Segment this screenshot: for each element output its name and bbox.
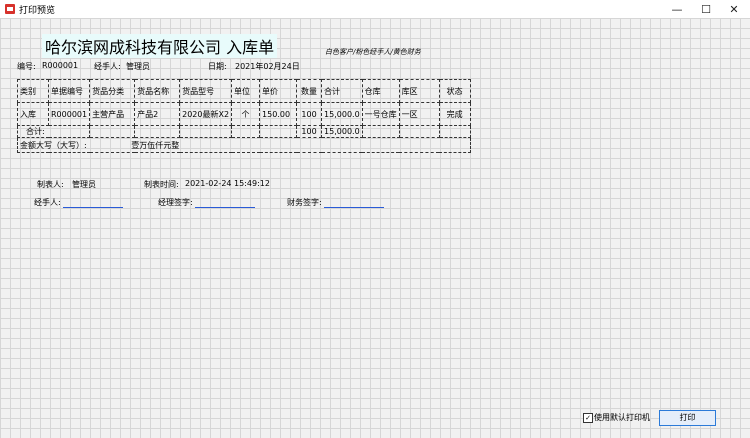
header-category: 类别: [17, 79, 49, 103]
minimize-button[interactable]: —: [663, 0, 691, 18]
table-header-row: 类别 单据编号 货品分类 货品名称 货品型号 单位 单价 数量 合计 仓库 库区…: [17, 79, 471, 103]
cell-goods-name: 产品2: [134, 102, 181, 126]
date-label: 日期:: [208, 62, 227, 71]
total-label: 合计:: [16, 125, 91, 138]
amount-label: 金额大写（大写）:: [20, 140, 87, 150]
maker-label: 制表人:: [37, 180, 64, 189]
total-qty: 100: [296, 125, 323, 138]
cell-category: 入库: [17, 102, 49, 126]
date-value: 2021年02月24日: [235, 62, 300, 71]
header-goods-name: 货品名称: [134, 79, 181, 103]
time-label: 制表时间:: [144, 180, 179, 189]
table-row: 入库 R000001 主营产品 产品2 2020最新X2 个 150.00 10…: [17, 102, 471, 126]
handler-label: 经手人:: [94, 62, 121, 71]
close-button[interactable]: ✕: [720, 0, 748, 18]
title-bar: 打印预览 — ☐ ✕: [0, 0, 750, 18]
header-status: 状态: [438, 79, 471, 103]
default-printer-label: 使用默认打印机: [594, 413, 650, 422]
manager-signature: 经理签字:: [158, 197, 255, 208]
print-preview-canvas: 哈尔滨网成科技有限公司 入库单 白色客户/粉色经手人/黄色财务 编号: R000…: [0, 18, 750, 438]
cell-warehouse: 一号仓库: [361, 102, 400, 126]
amount-value: 壹万伍仟元整: [131, 140, 180, 150]
finance-signature: 财务签字:: [287, 197, 384, 208]
default-printer-checkbox[interactable]: ✓: [583, 413, 593, 423]
header-sum: 合计: [321, 79, 363, 103]
handler-value: 管理员: [126, 62, 150, 71]
printer-app-icon: [5, 4, 15, 14]
header-price: 单价: [259, 79, 298, 103]
total-row: 合计: 100 15,000.0: [16, 125, 471, 138]
header-doc-no: 单据编号: [47, 79, 91, 103]
handler-signature: 经手人:: [34, 197, 123, 208]
header-warehouse: 仓库: [361, 79, 400, 103]
amount-row: 金额大写（大写）: 壹万伍仟元整: [17, 137, 471, 153]
cell-zone: 一区: [398, 102, 440, 126]
cell-status: 完成: [438, 102, 471, 126]
copy-distribution-note: 白色客户/粉色经手人/黄色财务: [325, 48, 421, 56]
print-button[interactable]: 打印: [659, 410, 716, 426]
cell-price: 150.00: [259, 102, 298, 126]
header-unit: 单位: [231, 79, 261, 103]
maximize-button[interactable]: ☐: [692, 0, 720, 18]
header-goods-model: 货品型号: [179, 79, 233, 103]
serial-label: 编号:: [17, 62, 36, 71]
time-value: 2021-02-24 15:49:12: [185, 179, 270, 188]
serial-value: R000001: [42, 61, 79, 70]
header-zone: 库区: [398, 79, 440, 103]
header-goods-type: 货品分类: [89, 79, 136, 103]
cell-qty: 100: [296, 102, 323, 126]
total-sum: 15,000.0: [321, 125, 363, 138]
cell-unit: 个: [231, 102, 261, 126]
cell-sum: 15,000.0: [321, 102, 363, 126]
window-title: 打印预览: [19, 6, 56, 16]
document-title: 哈尔滨网成科技有限公司 入库单: [42, 34, 278, 58]
cell-goods-model: 2020最新X2: [179, 102, 233, 126]
cell-doc-no: R000001: [47, 102, 91, 126]
receipt-table: 类别 单据编号 货品分类 货品名称 货品型号 单位 单价 数量 合计 仓库 库区…: [16, 79, 471, 153]
header-qty: 数量: [296, 79, 323, 103]
maker-value: 管理员: [72, 180, 96, 189]
cell-goods-type: 主营产品: [89, 102, 136, 126]
